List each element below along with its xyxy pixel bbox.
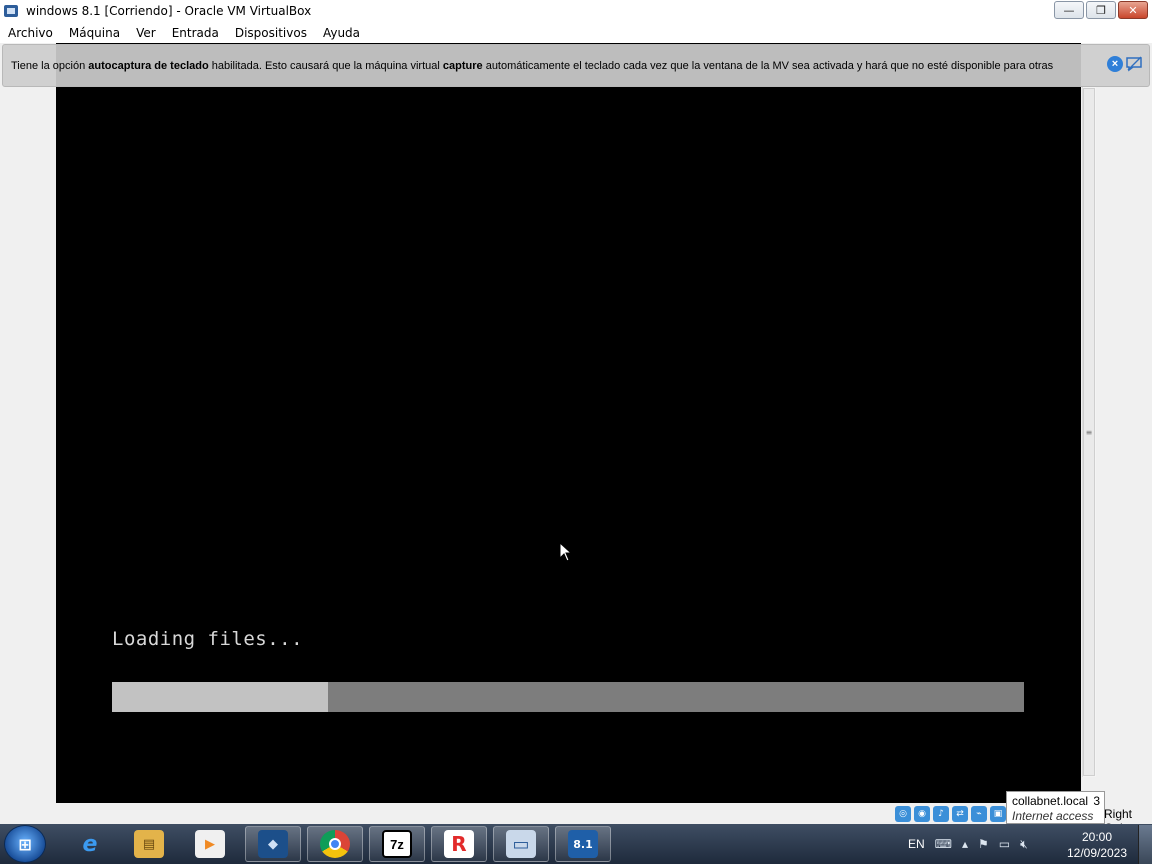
system-tray: EN ⌨ ▴ ⚑ ▭ 🔇︎ xyxy=(908,826,1028,862)
menu-dispositivos[interactable]: Dispositivos xyxy=(235,26,315,40)
mouse-pointer-icon xyxy=(559,542,573,562)
taskbar-media-player[interactable]: ▶ xyxy=(182,826,238,862)
volume-muted-icon[interactable]: 🔇︎ xyxy=(1020,837,1028,852)
optical-drive-icon[interactable]: ◉ xyxy=(914,806,930,822)
virtualbox-icon: ◆ xyxy=(258,830,288,858)
tooltip-count: 3 xyxy=(1093,794,1100,808)
menu-ayuda[interactable]: Ayuda xyxy=(323,26,368,40)
tooltip-network-name: collabnet.local xyxy=(1012,794,1089,808)
minimize-button[interactable]: — xyxy=(1054,1,1084,19)
title-bar: windows 8.1 [Corriendo] - Oracle VM Virt… xyxy=(0,0,1152,22)
status-indicators: ◎ ◉ ♪ ⇄ ⌁ ▣ xyxy=(895,806,1006,822)
notice-text-part3: automáticamente el teclado cada vez que … xyxy=(482,59,1054,72)
tooltip-access-status: Internet access xyxy=(1012,809,1094,823)
scroll-thumb[interactable]: ≡ xyxy=(1083,88,1095,776)
notice-bold-capture: capture xyxy=(442,59,483,72)
notice-text-part1: Tiene la opción xyxy=(11,59,89,72)
loading-progress-bar xyxy=(112,682,1024,712)
network-tray-icon[interactable]: ▭ xyxy=(999,837,1010,851)
close-window-button[interactable]: ✕ xyxy=(1118,1,1148,19)
folder-icon: ▤ xyxy=(134,830,164,858)
clock-time: 20:00 xyxy=(1081,830,1113,844)
keyboard-icon[interactable]: ⌨ xyxy=(935,837,952,851)
menu-archivo[interactable]: Archivo xyxy=(8,26,61,40)
window-title: windows 8.1 [Corriendo] - Oracle VM Virt… xyxy=(26,4,312,18)
show-desktop-button[interactable] xyxy=(1138,825,1152,864)
taskbar-internet-explorer[interactable]: e xyxy=(62,826,118,862)
action-center-flag-icon[interactable]: ⚑ xyxy=(978,837,989,851)
taskbar-windows81-vm[interactable]: 8.1 xyxy=(555,826,611,862)
language-indicator[interactable]: EN xyxy=(908,837,925,851)
audio-icon[interactable]: ♪ xyxy=(933,806,949,822)
internet-explorer-icon: e xyxy=(82,831,98,857)
hard-disk-icon[interactable]: ◎ xyxy=(895,806,911,822)
windows81-vm-icon: 8.1 xyxy=(568,830,598,858)
loading-files-text: Loading files... xyxy=(112,628,304,650)
taskbar-remote-desktop[interactable]: ▭ xyxy=(493,826,549,862)
menu-entrada[interactable]: Entrada xyxy=(172,26,227,40)
network-icon[interactable]: ⇄ xyxy=(952,806,968,822)
network-tooltip: collabnet.local 3 Internet access xyxy=(1006,791,1105,824)
clock-date: 12/09/2023 xyxy=(1066,846,1128,860)
taskbar-virtualbox[interactable]: ◆ xyxy=(245,826,301,862)
media-player-icon: ▶ xyxy=(195,830,225,858)
start-button[interactable]: ⊞ xyxy=(4,825,46,863)
chrome-icon xyxy=(320,830,350,858)
show-hidden-icons-icon[interactable]: ▴ xyxy=(962,837,968,851)
chrome-center xyxy=(329,838,341,850)
message-icon[interactable] xyxy=(1125,56,1143,72)
maximize-button[interactable]: ❐ xyxy=(1086,1,1116,19)
usb-icon[interactable]: ⌁ xyxy=(971,806,987,822)
menu-bar: Archivo Máquina Ver Entrada Dispositivos… xyxy=(0,22,1152,43)
menu-maquina[interactable]: Máquina xyxy=(69,26,128,40)
close-icon[interactable]: × xyxy=(1107,56,1123,72)
menu-ver[interactable]: Ver xyxy=(136,26,164,40)
remote-desktop-icon: ▭ xyxy=(506,830,536,858)
taskbar-7zip[interactable]: 7z xyxy=(369,826,425,862)
virtualbox-app-icon xyxy=(4,5,18,17)
progress-fill xyxy=(112,682,329,712)
notice-bold-autocapture: autocaptura de teclado xyxy=(88,59,209,72)
notice-text-part2: habilitada. Esto causará que la máquina … xyxy=(208,59,443,72)
taskbar-clock[interactable]: 20:00 12/09/2023 xyxy=(1062,829,1132,861)
taskbar-chrome[interactable] xyxy=(307,826,363,862)
shared-folders-icon[interactable]: ▣ xyxy=(990,806,1006,822)
taskbar-roblox[interactable]: R xyxy=(431,826,487,862)
7zip-icon: 7z xyxy=(382,830,412,858)
roblox-icon: R xyxy=(444,830,474,858)
notice-text: Tiene la opción autocaptura de teclado h… xyxy=(11,60,1053,72)
taskbar-file-explorer[interactable]: ▤ xyxy=(121,826,177,862)
keyboard-capture-notice: Tiene la opción autocaptura de teclado h… xyxy=(2,44,1150,87)
